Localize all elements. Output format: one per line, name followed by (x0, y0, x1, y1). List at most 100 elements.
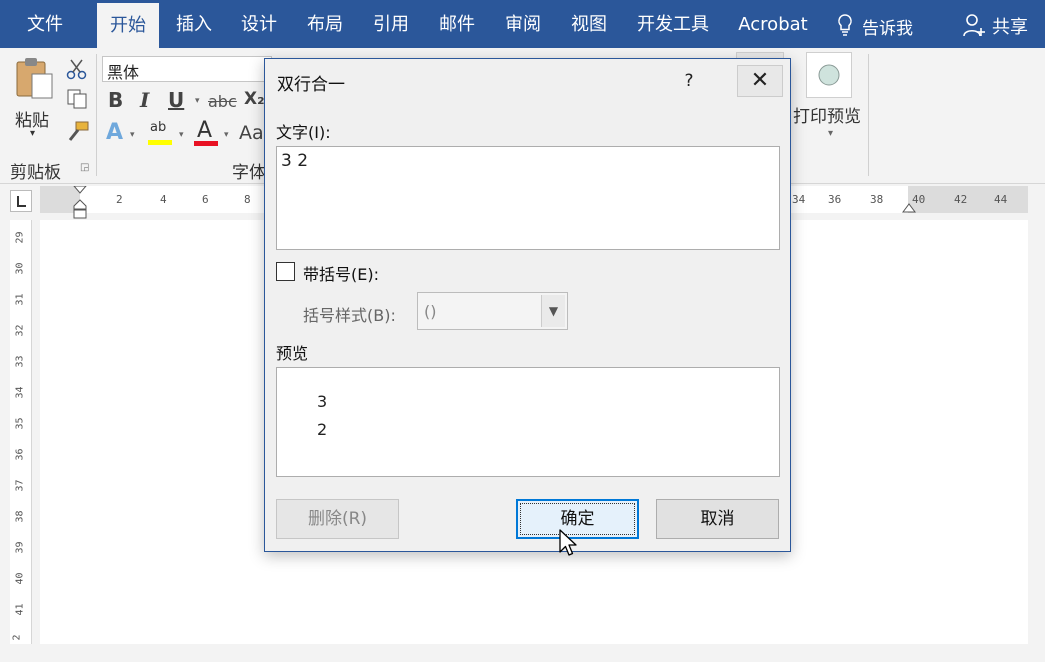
print-preview-label: 打印预览 (793, 107, 861, 127)
ruler-number: 38 (870, 193, 884, 206)
dialog-launcher-icon[interactable]: ◲ (80, 162, 89, 173)
ruler-number: 29 (14, 231, 26, 244)
share-button[interactable]: 共享 (962, 12, 1038, 38)
underline-button[interactable]: U (168, 88, 184, 112)
ruler-number: 36 (14, 448, 26, 461)
font-color-dropdown-icon[interactable]: ▾ (224, 130, 229, 140)
vertical-ruler[interactable]: 29 30 31 32 33 34 35 36 37 38 39 40 41 2 (10, 220, 32, 644)
ruler-number: 33 (14, 355, 26, 368)
text-label: 文字(I): (276, 123, 331, 142)
tab-mailings[interactable]: 邮件 (426, 0, 488, 48)
ruler-number: 32 (14, 324, 26, 337)
bracket-style-label: 括号样式(B): (303, 306, 396, 325)
clipboard-group-label: 剪贴板 (10, 163, 61, 183)
share-label: 共享 (992, 17, 1028, 38)
highlight-color-swatch (148, 140, 172, 145)
format-painter-icon[interactable] (66, 120, 90, 142)
text-input[interactable]: 3 2 (276, 146, 780, 250)
tab-stop-icon (17, 196, 26, 207)
paste-button[interactable]: 粘贴 ▾ (10, 54, 60, 144)
ruler-number: 42 (954, 193, 968, 206)
bracket-style-select[interactable]: () ▼ (417, 292, 568, 330)
font-color-button[interactable]: A (194, 118, 220, 148)
ruler-number: 44 (994, 193, 1008, 206)
ruler-number: 6 (202, 193, 209, 206)
font-group-label: 字体 (232, 163, 266, 183)
preview-line-1: 3 (317, 392, 328, 411)
ruler-number: 8 (244, 193, 251, 206)
group-separator-right (868, 54, 869, 176)
tell-me-box[interactable]: 告诉我 (836, 12, 946, 39)
print-preview-button[interactable] (806, 52, 852, 98)
ruler-number: 37 (14, 479, 26, 492)
user-icon (963, 14, 985, 37)
scissors-icon[interactable] (66, 58, 88, 80)
help-button[interactable]: ? (679, 67, 699, 95)
cancel-button[interactable]: 取消 (656, 499, 779, 539)
preview-label: 预览 (276, 344, 309, 363)
copy-icon[interactable] (66, 88, 88, 110)
highlight-button[interactable]: ab (148, 120, 176, 148)
dialog-title: 双行合一 (277, 75, 345, 95)
print-preview-icon (818, 64, 840, 86)
tab-view[interactable]: 视图 (558, 0, 620, 48)
tell-me-label: 告诉我 (862, 19, 913, 39)
text-effects-dropdown-icon[interactable]: ▾ (130, 130, 135, 140)
ruler-number: 38 (14, 510, 26, 523)
combine-characters-dialog: 双行合一 ? ✕ 文字(I): 3 2 带括号(E): 括号样式(B): () … (264, 58, 791, 552)
text-effects-button[interactable]: A (106, 120, 123, 145)
highlight-dropdown-icon[interactable]: ▾ (179, 130, 184, 140)
ruler-number: 40 (14, 572, 26, 585)
indent-marker-icon[interactable] (72, 186, 88, 220)
tab-acrobat[interactable]: Acrobat (730, 0, 816, 48)
delete-button[interactable]: 删除(R) (276, 499, 399, 539)
tab-selector[interactable] (10, 190, 32, 212)
strikethrough-button[interactable]: abc (208, 92, 237, 111)
tab-layout[interactable]: 布局 (294, 0, 356, 48)
menu-bar: 文件 开始 插入 设计 布局 引用 邮件 审阅 视图 开发工具 Acrobat … (0, 0, 1045, 48)
font-name-box[interactable]: 黑体 (102, 56, 272, 82)
paste-icon (16, 58, 53, 99)
dropdown-arrow-icon[interactable]: ▼ (541, 295, 565, 327)
chevron-down-icon: ▾ (30, 128, 36, 139)
subscript-button[interactable]: X₂ (244, 89, 265, 109)
bracket-label: 带括号(E): (303, 265, 379, 284)
preview-box: 3 2 (276, 367, 780, 477)
tab-file[interactable]: 文件 (10, 0, 80, 48)
tab-design[interactable]: 设计 (228, 0, 290, 48)
underline-dropdown-icon[interactable]: ▾ (195, 96, 200, 106)
tab-references[interactable]: 引用 (360, 0, 422, 48)
change-case-button[interactable]: Aa (239, 122, 264, 144)
close-button[interactable]: ✕ (737, 65, 783, 97)
tab-insert[interactable]: 插入 (163, 0, 225, 48)
ruler-number: 41 (14, 603, 26, 616)
tab-review[interactable]: 审阅 (492, 0, 554, 48)
bracket-style-value: () (424, 302, 437, 321)
print-preview-dropdown-icon[interactable]: ▾ (828, 128, 833, 139)
close-icon: ✕ (750, 68, 770, 93)
font-name-value: 黑体 (107, 63, 140, 82)
italic-button[interactable]: I (140, 88, 149, 112)
ruler-number: 35 (14, 417, 26, 430)
bold-button[interactable]: B (108, 88, 123, 112)
ruler-number: 40 (912, 193, 926, 206)
ruler-number: 2 (116, 193, 123, 206)
font-color-swatch (194, 141, 218, 146)
ruler-number: 4 (160, 193, 167, 206)
font-color-label: A (197, 118, 213, 143)
ruler-number: 34 (14, 386, 26, 399)
group-separator (96, 54, 97, 176)
tab-home[interactable]: 开始 (97, 3, 159, 48)
ruler-number: 39 (14, 541, 26, 554)
preview-line-2: 2 (317, 420, 328, 439)
mouse-pointer-icon (559, 529, 577, 556)
ruler-number: 36 (828, 193, 842, 206)
bracket-checkbox[interactable] (276, 262, 295, 281)
tab-developer[interactable]: 开发工具 (626, 0, 720, 48)
ruler-number: 34 (792, 193, 806, 206)
ruler-number: 31 (14, 293, 26, 306)
ruler-number: 2 (11, 634, 23, 641)
ruler-number: 30 (14, 262, 26, 275)
lightbulb-icon (838, 14, 852, 36)
highlight-label: ab (150, 120, 167, 135)
